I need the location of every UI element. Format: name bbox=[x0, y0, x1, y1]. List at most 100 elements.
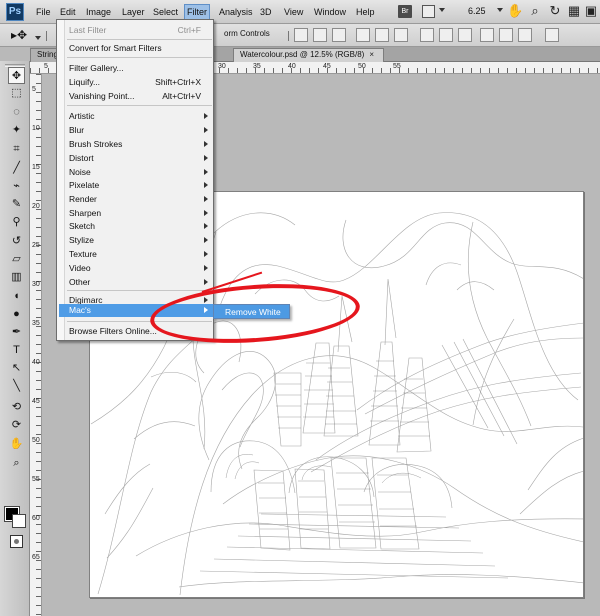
align-top-icon[interactable] bbox=[294, 28, 308, 42]
ruler-label: 5 bbox=[32, 86, 36, 93]
menu-help[interactable]: Help bbox=[356, 5, 375, 20]
menu-item-liquify[interactable]: Liquify... bbox=[69, 76, 100, 89]
align-left-icon[interactable] bbox=[356, 28, 370, 42]
move-tool-icon[interactable]: ▸✥ bbox=[11, 28, 33, 43]
align-center-icon[interactable] bbox=[375, 28, 389, 42]
bridge-button[interactable]: Br bbox=[398, 5, 412, 18]
quick-mask-button[interactable] bbox=[10, 535, 23, 548]
menu-item-artistic[interactable]: Artistic bbox=[69, 110, 95, 123]
distribute-bottom-icon[interactable] bbox=[458, 28, 472, 42]
screen-mode-button[interactable] bbox=[422, 5, 435, 18]
healing-brush-icon[interactable]: ⌁ bbox=[8, 178, 25, 195]
menu-item-noise[interactable]: Noise bbox=[69, 166, 91, 179]
menu-item-render[interactable]: Render bbox=[69, 193, 97, 206]
menu-item-vanishing-point[interactable]: Vanishing Point... bbox=[69, 90, 135, 103]
transform-controls-label[interactable]: orm Controls bbox=[224, 29, 270, 38]
distribute-top-icon[interactable] bbox=[420, 28, 434, 42]
crop-tool-icon[interactable]: ⌗ bbox=[8, 141, 25, 158]
menu-view[interactable]: View bbox=[284, 5, 303, 20]
liquify-shortcut: Shift+Ctrl+X bbox=[155, 77, 201, 87]
lasso-tool-icon[interactable]: ◌ bbox=[8, 104, 25, 121]
align-right-icon[interactable] bbox=[394, 28, 408, 42]
dodge-tool-icon[interactable]: ● bbox=[8, 306, 25, 323]
menu-item-texture[interactable]: Texture bbox=[69, 248, 97, 261]
align-bottom-icon[interactable] bbox=[332, 28, 346, 42]
zoom-dropdown-icon[interactable] bbox=[497, 8, 503, 12]
menu-separator bbox=[67, 57, 212, 58]
menu-item-distort[interactable]: Distort bbox=[69, 152, 94, 165]
type-tool-icon[interactable]: T bbox=[8, 342, 25, 359]
3d-orbit-icon[interactable]: ⟳ bbox=[8, 417, 25, 434]
move-tool-icon[interactable]: ✥ bbox=[8, 67, 25, 84]
menu-select[interactable]: Select bbox=[153, 5, 178, 20]
menu-item-brush-strokes[interactable]: Brush Strokes bbox=[69, 138, 122, 151]
menu-item-macs[interactable]: Mac's bbox=[69, 304, 91, 317]
clone-stamp-icon[interactable]: ⚲ bbox=[8, 214, 25, 231]
menu-file[interactable]: File bbox=[36, 5, 51, 20]
menu-layer[interactable]: Layer bbox=[122, 5, 145, 20]
tab-label: Watercolour.psd @ 12.5% (RGB/8) bbox=[240, 50, 365, 59]
menu-item-stylize[interactable]: Stylize bbox=[69, 234, 94, 247]
menu-item-filter-gallery[interactable]: Filter Gallery... bbox=[69, 62, 124, 75]
distribute-center-icon[interactable] bbox=[499, 28, 513, 42]
ruler-label: 20 bbox=[32, 203, 40, 210]
photoshop-window: Ps File Edit Image Layer Select Filter A… bbox=[0, 0, 600, 616]
eyedropper-icon[interactable]: ╱ bbox=[8, 160, 25, 177]
submenu-arrow-icon bbox=[204, 141, 208, 147]
align-middle-icon[interactable] bbox=[313, 28, 327, 42]
path-selection-icon[interactable]: ↖ bbox=[8, 360, 25, 377]
3d-rotate-icon[interactable]: ⟲ bbox=[8, 399, 25, 416]
gradient-icon[interactable]: ▥ bbox=[8, 269, 25, 286]
menu-edit[interactable]: Edit bbox=[60, 5, 76, 20]
ruler-label: 30 bbox=[218, 63, 226, 70]
menu-item-video[interactable]: Video bbox=[69, 262, 91, 275]
menu-filter[interactable]: Filter bbox=[184, 4, 210, 20]
menu-3d[interactable]: 3D bbox=[260, 5, 272, 20]
pen-tool-icon[interactable]: ✒ bbox=[8, 324, 25, 341]
ruler-label: 60 bbox=[32, 515, 40, 522]
workspace-arrange-icon[interactable]: ▣ bbox=[583, 3, 599, 19]
quick-selection-icon[interactable]: ✦ bbox=[8, 122, 25, 139]
zoom-level[interactable]: 6.25 bbox=[468, 6, 486, 16]
tab-string[interactable]: String bbox=[30, 48, 58, 62]
menu-item-blur[interactable]: Blur bbox=[69, 124, 84, 137]
zoom-tool-icon[interactable]: ⌕ bbox=[8, 455, 25, 472]
menu-separator bbox=[67, 105, 212, 106]
menu-item-pixelate[interactable]: Pixelate bbox=[69, 179, 99, 192]
menu-item-sketch[interactable]: Sketch bbox=[69, 220, 95, 233]
screen-mode-dropdown-icon[interactable] bbox=[439, 8, 445, 12]
distribute-left-icon[interactable] bbox=[480, 28, 494, 42]
ruler-label: 45 bbox=[32, 398, 40, 405]
menu-analysis[interactable]: Analysis bbox=[219, 5, 253, 20]
brush-tool-icon[interactable]: ✎ bbox=[8, 196, 25, 213]
auto-align-icon[interactable] bbox=[545, 28, 559, 42]
eraser-icon[interactable]: ▱ bbox=[8, 251, 25, 268]
submenu-arrow-icon bbox=[204, 279, 208, 285]
zoom-icon[interactable]: ⌕ bbox=[527, 3, 543, 19]
hand-icon[interactable]: ✋ bbox=[507, 3, 523, 19]
distribute-middle-icon[interactable] bbox=[439, 28, 453, 42]
submenu-arrow-icon bbox=[204, 182, 208, 188]
submenu-arrow-icon bbox=[204, 169, 208, 175]
hand-tool-icon[interactable]: ✋ bbox=[8, 436, 25, 453]
close-icon[interactable]: × bbox=[369, 49, 377, 61]
menu-window[interactable]: Window bbox=[314, 5, 346, 20]
history-brush-icon[interactable]: ↺ bbox=[8, 233, 25, 250]
shape-tool-icon[interactable]: ╲ bbox=[8, 378, 25, 395]
distribute-right-icon[interactable] bbox=[518, 28, 532, 42]
marquee-tool-icon[interactable]: ⬚ bbox=[8, 85, 25, 102]
background-color-swatch[interactable] bbox=[12, 514, 26, 528]
left-ruler: 5 10 15 20 25 30 35 40 45 50 55 60 65 bbox=[30, 74, 42, 616]
menu-item-sharpen[interactable]: Sharpen bbox=[69, 207, 101, 220]
rotate-view-icon[interactable]: ↻ bbox=[547, 3, 563, 19]
submenu-arrow-icon bbox=[204, 237, 208, 243]
blur-tool-icon[interactable]: ◖ bbox=[8, 288, 25, 305]
menu-item-convert-smart-filters[interactable]: Convert for Smart Filters bbox=[69, 42, 162, 55]
tool-preset-dropdown-icon[interactable] bbox=[35, 36, 41, 40]
menu-image[interactable]: Image bbox=[86, 5, 111, 20]
grid-icon[interactable]: ▦ bbox=[566, 3, 582, 19]
tab-watercolour[interactable]: Watercolour.psd @ 12.5% (RGB/8) × bbox=[233, 48, 385, 62]
menu-item-other[interactable]: Other bbox=[69, 276, 90, 289]
ruler-label: 50 bbox=[358, 63, 366, 70]
menu-item-browse-filters[interactable]: Browse Filters Online... bbox=[69, 325, 157, 338]
